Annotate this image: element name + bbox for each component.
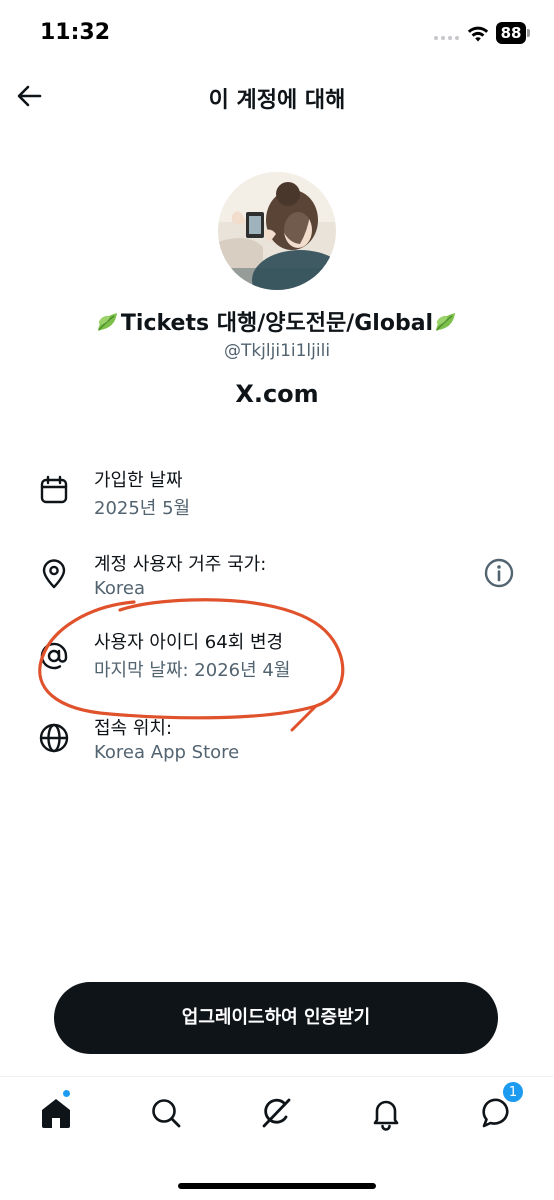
tab-home[interactable]: [36, 1089, 76, 1133]
at-sign-icon: [40, 642, 68, 670]
source-label: X.com: [235, 380, 319, 408]
globe-icon: [39, 723, 69, 753]
username-changes-value: 마지막 날짜: 2026년 4월: [94, 660, 291, 681]
wifi-icon: [467, 26, 489, 42]
tab-search[interactable]: [146, 1093, 186, 1133]
joined-value: 2025년 5월: [94, 498, 191, 519]
upgrade-verify-button[interactable]: 업그레이드하여 인증받기: [54, 982, 498, 1054]
home-indicator: [178, 1183, 376, 1189]
home-icon: [42, 1099, 70, 1128]
avatar-illustration: [218, 172, 336, 290]
username-changes-row: 사용자 아이디 64회 변경 마지막 날짜: 2026년 4월: [0, 624, 554, 704]
connected-via-row: 접속 위치: Korea App Store: [0, 710, 554, 790]
header: 이 계정에 대해: [0, 70, 554, 126]
info-icon[interactable]: [482, 556, 516, 590]
battery-level: 88: [500, 24, 522, 42]
battery-icon: 88: [496, 22, 530, 44]
home-notification-dot: [62, 1089, 71, 1098]
cellular-signal-icon: [434, 34, 460, 42]
display-name: Tickets 대행/양도전문/Global: [120, 311, 434, 336]
search-icon: [152, 1099, 181, 1128]
messages-badge: 1: [502, 1081, 524, 1103]
joined-label: 가입한 날짜: [94, 470, 183, 491]
tab-notifications[interactable]: [366, 1093, 406, 1133]
calendar-icon: [40, 475, 68, 504]
bell-icon: [373, 1100, 399, 1131]
grok-icon: [262, 1098, 291, 1128]
leaf-emoji-icon: [436, 313, 456, 331]
location-pin-icon: [42, 559, 66, 589]
status-bar: 11:32 88: [0, 0, 554, 70]
connected-via-value: Korea App Store: [94, 742, 240, 763]
country-value: Korea: [94, 578, 146, 599]
username-changes-label: 사용자 아이디 64회 변경: [94, 632, 284, 653]
user-handle: @Tkjlji1i1ljili: [223, 341, 331, 361]
page-title: 이 계정에 대해: [208, 88, 346, 113]
bottom-tab-bar: 1: [0, 1076, 554, 1200]
country-label: 계정 사용자 거주 국가:: [94, 554, 267, 575]
leaf-emoji-icon: [97, 313, 117, 331]
joined-row: 가입한 날짜 2025년 5월: [0, 462, 554, 542]
avatar[interactable]: [218, 172, 336, 290]
tab-grok[interactable]: [256, 1093, 296, 1133]
tab-messages[interactable]: 1: [478, 1081, 524, 1133]
country-row: 계정 사용자 거주 국가: Korea: [0, 546, 554, 626]
connected-via-label: 접속 위치:: [94, 718, 173, 739]
display-name-row: Tickets 대행/양도전문/Global: [0, 305, 554, 337]
status-time: 11:32: [40, 20, 111, 45]
